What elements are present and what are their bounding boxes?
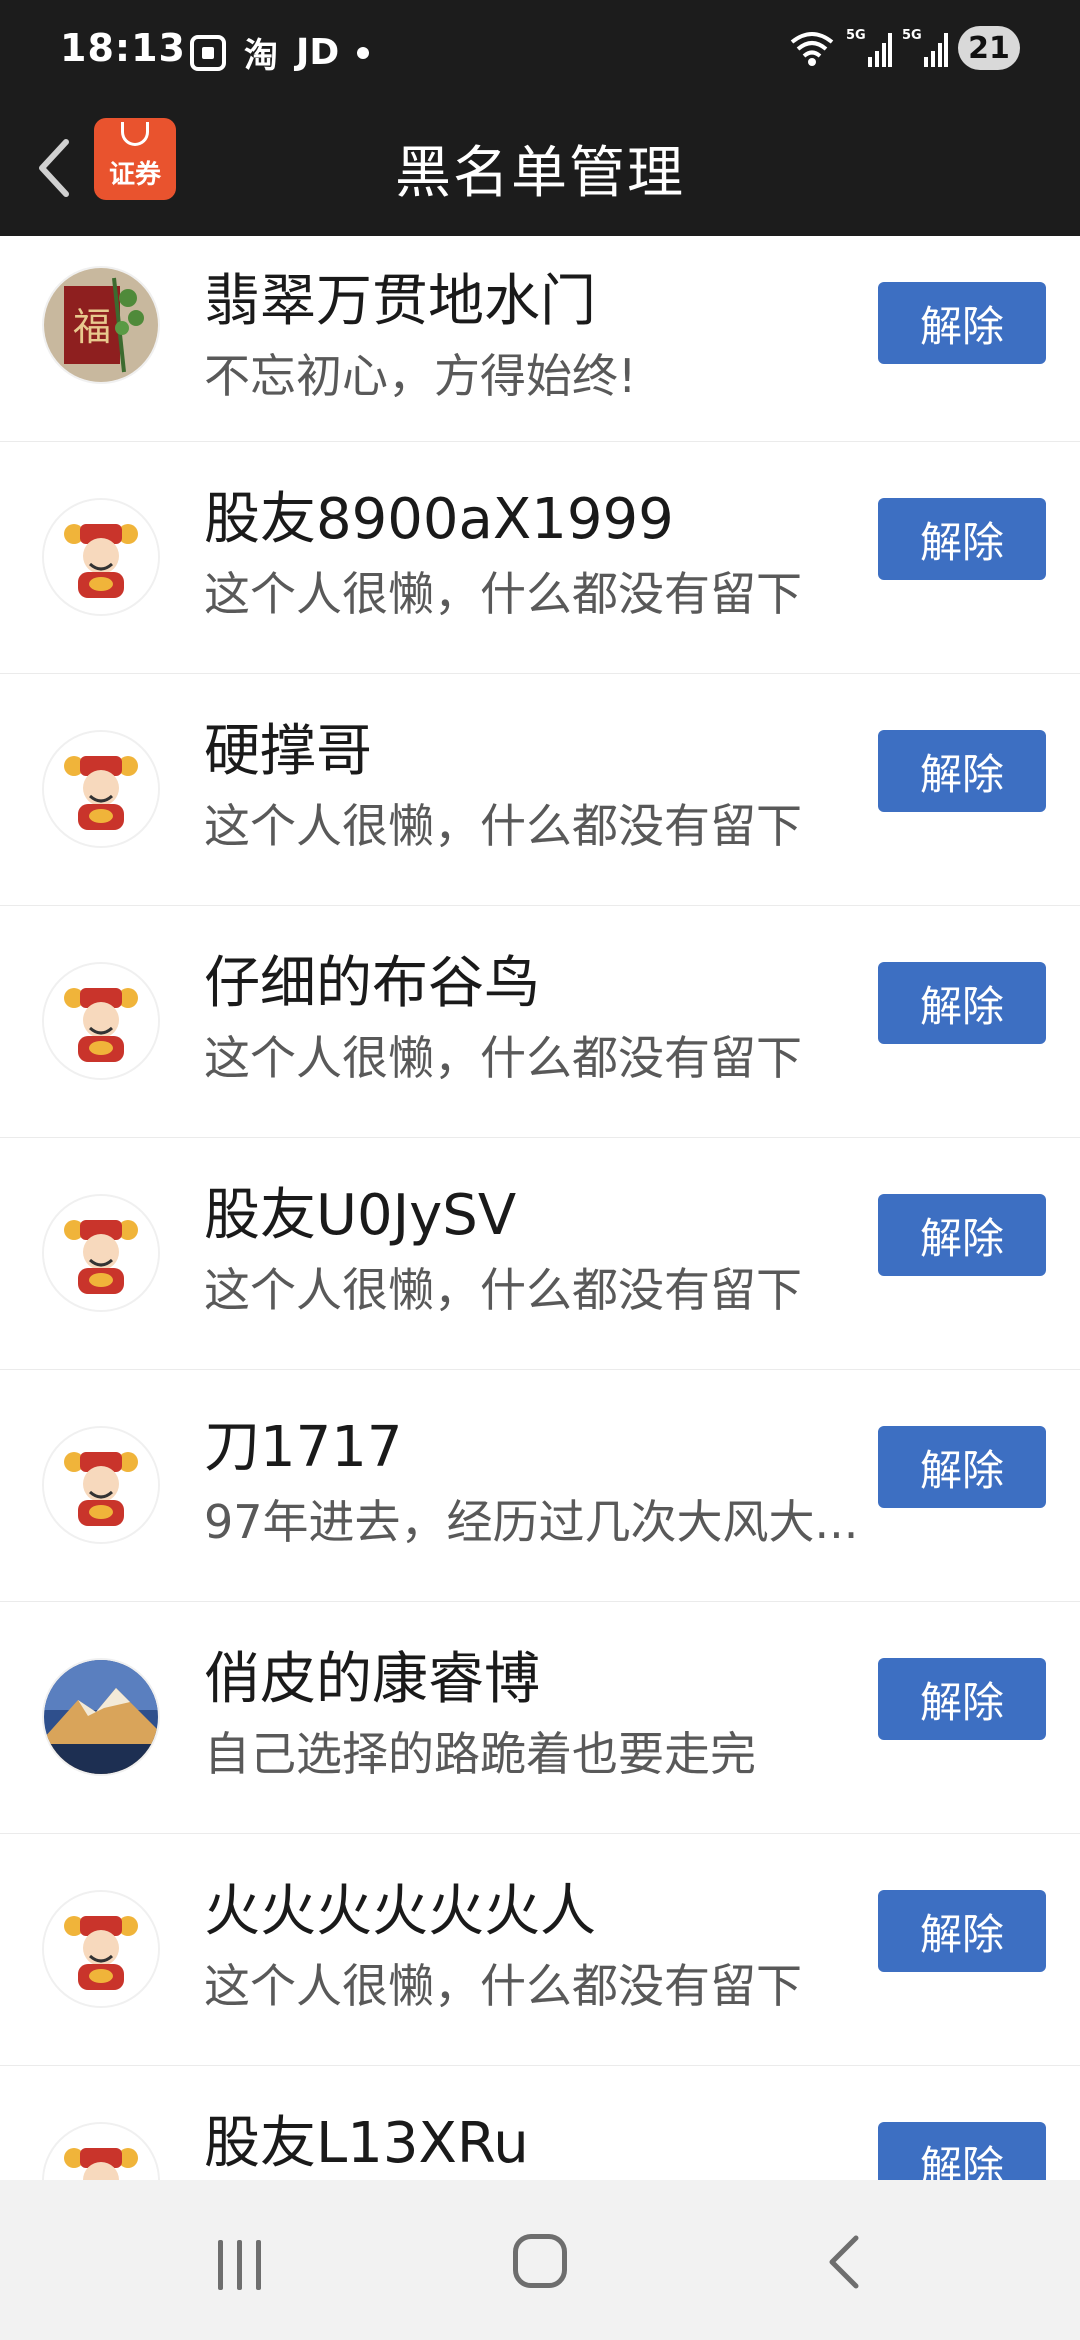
list-item[interactable]: 股友8900aX1999 这个人很懒，什么都没有留下 解除 xyxy=(0,442,1080,674)
user-name: 俏皮的康睿博 xyxy=(204,1647,540,1712)
avatar[interactable] xyxy=(42,2122,160,2180)
avatar[interactable]: 福 xyxy=(42,266,160,384)
taobao-icon: 淘 xyxy=(244,36,278,76)
unblock-button[interactable]: 解除 xyxy=(878,2122,1046,2180)
user-signature: 不忘初心，方得始终! xyxy=(204,349,637,403)
unblock-button[interactable]: 解除 xyxy=(878,962,1046,1044)
battery-indicator: 21 xyxy=(958,26,1020,70)
home-button[interactable] xyxy=(513,2234,567,2288)
signal-icon: 5G xyxy=(902,28,948,67)
user-name: 仔细的布谷鸟 xyxy=(204,951,540,1016)
wifi-icon xyxy=(790,32,834,66)
recent-apps-button[interactable] xyxy=(212,2240,268,2290)
user-name: 股友L13XRu xyxy=(204,2111,529,2176)
user-signature: 这个人很懒，什么都没有留下 xyxy=(204,799,802,853)
status-left-icons: 淘 JD xyxy=(190,28,370,77)
page-title: 黑名单管理 xyxy=(395,141,685,206)
unblock-button[interactable]: 解除 xyxy=(878,1658,1046,1740)
avatar[interactable] xyxy=(42,1658,160,1776)
notification-dot-icon xyxy=(357,46,370,59)
list-item[interactable]: 福 翡翠万贯地水门不忘初心，方得始终! 解除 xyxy=(0,236,1080,442)
user-name: 股友U0JySV xyxy=(204,1183,517,1248)
user-name: 股友8900aX1999 xyxy=(204,487,674,552)
avatar[interactable] xyxy=(42,1890,160,2008)
nav-back-button[interactable] xyxy=(820,2232,870,2292)
user-signature: 97年进去，经历过几次大风大... xyxy=(204,1495,859,1549)
avatar[interactable] xyxy=(42,962,160,1080)
unblock-button[interactable]: 解除 xyxy=(878,282,1046,364)
unblock-button[interactable]: 解除 xyxy=(878,1194,1046,1276)
svg-text:福: 福 xyxy=(73,305,111,349)
unblock-button[interactable]: 解除 xyxy=(878,730,1046,812)
list-item[interactable]: 刀1717 97年进去，经历过几次大风大... 解除 xyxy=(0,1370,1080,1602)
unblock-button[interactable]: 解除 xyxy=(878,1890,1046,1972)
list-item[interactable]: 硬撑哥这个人很懒，什么都没有留下 解除 xyxy=(0,674,1080,906)
blacklist[interactable]: 福翡翠万贯地水门 不忘初心，方得始终! 解除 股友8900aX1999 这个人很懒，什么… xyxy=(0,236,1080,2180)
status-bar: 18:13 淘 JD 5G 5G 21 xyxy=(0,0,1080,100)
title-bar: 证券 黑名单管理 xyxy=(0,100,1080,236)
avatar[interactable] xyxy=(42,1426,160,1544)
network-type-label: 5G xyxy=(846,28,866,43)
avatar[interactable] xyxy=(42,1194,160,1312)
list-item[interactable]: 火火火火火火人这个人很懒，什么都没有留下 解除 xyxy=(0,1834,1080,2066)
user-signature: 这个人很懒，什么都没有留下 xyxy=(204,1031,802,1085)
avatar[interactable] xyxy=(42,730,160,848)
navigation-bar xyxy=(0,2180,1080,2340)
list-item[interactable]: 股友U0JySV 这个人很懒，什么都没有留下 解除 xyxy=(0,1138,1080,1370)
network-type-label: 5G xyxy=(902,28,922,43)
status-time: 18:13 xyxy=(60,26,186,70)
list-item[interactable]: 俏皮的康睿博自己选择的路跪着也要走完 解除 xyxy=(0,1602,1080,1834)
user-name: 硬撑哥 xyxy=(204,719,372,784)
user-signature: 这个人很懒，什么都没有留下 xyxy=(204,1959,802,2013)
user-signature: 自己选择的路跪着也要走完 xyxy=(204,1727,756,1781)
list-item[interactable]: 股友L13XRu 解除 xyxy=(0,2066,1080,2180)
scan-icon xyxy=(190,34,226,71)
user-signature: 这个人很懒，什么都没有留下 xyxy=(204,567,802,621)
user-name: 火火火火火火人 xyxy=(204,1879,596,1944)
user-signature: 这个人很懒，什么都没有留下 xyxy=(204,1263,802,1317)
list-item[interactable]: 仔细的布谷鸟这个人很懒，什么都没有留下 解除 xyxy=(0,906,1080,1138)
avatar[interactable] xyxy=(42,498,160,616)
signal-icon: 5G xyxy=(846,28,892,67)
jd-icon: JD xyxy=(296,32,340,73)
user-name: 刀1717 xyxy=(204,1415,403,1480)
user-name: 翡翠万贯地水门 xyxy=(204,269,596,334)
unblock-button[interactable]: 解除 xyxy=(878,498,1046,580)
status-right-icons: 5G 5G 21 xyxy=(788,26,1020,70)
unblock-button[interactable]: 解除 xyxy=(878,1426,1046,1508)
